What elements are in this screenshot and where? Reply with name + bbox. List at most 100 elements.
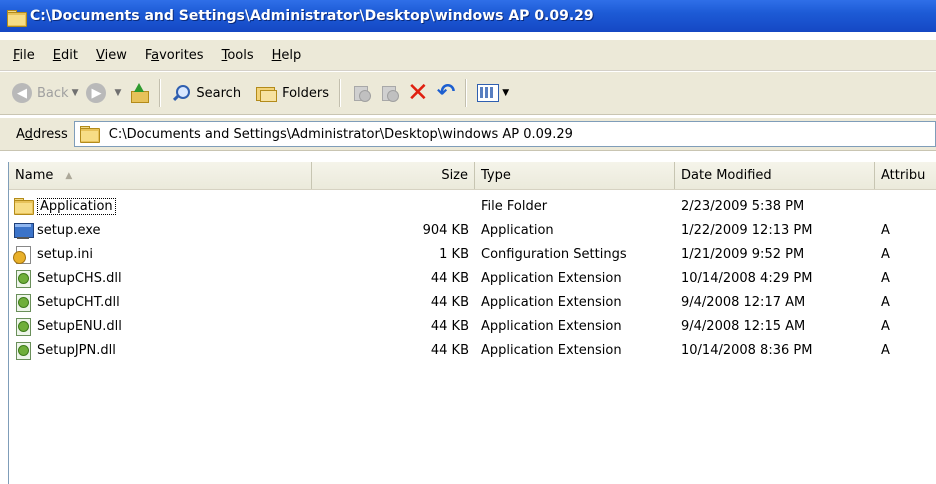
column-header-attributes[interactable]: Attribu xyxy=(875,162,936,189)
file-date-modified: 9/4/2008 12:15 AM xyxy=(681,318,806,334)
file-attributes: A xyxy=(881,342,890,358)
toolbar-separator xyxy=(339,79,342,107)
delete-button[interactable]: ✕ xyxy=(403,78,433,108)
file-size: 904 KB xyxy=(422,222,469,238)
file-size: 1 KB xyxy=(439,246,469,262)
sort-ascending-icon: ▲ xyxy=(65,170,73,181)
file-type: Configuration Settings xyxy=(481,246,627,262)
menu-bar: File Edit View Favorites Tools Help xyxy=(0,40,936,71)
column-header-size[interactable]: Size xyxy=(312,162,475,189)
title-bar[interactable]: C:\Documents and Settings\Administrator\… xyxy=(0,0,936,32)
file-attributes: A xyxy=(881,222,890,238)
dll-icon xyxy=(13,317,33,336)
dll-icon xyxy=(13,269,33,288)
dll-icon xyxy=(13,341,33,360)
application-exe-icon xyxy=(13,221,34,239)
file-type: Application Extension xyxy=(481,270,622,286)
copy-to-icon xyxy=(379,83,400,103)
menu-tools[interactable]: Tools xyxy=(213,48,263,63)
file-row-setupchs-dll[interactable]: SetupCHS.dll 44 KB Application Extension… xyxy=(9,266,936,290)
delete-icon: ✕ xyxy=(407,78,429,108)
move-to-icon xyxy=(351,83,372,103)
file-attributes: A xyxy=(881,270,890,286)
config-settings-icon xyxy=(13,245,33,264)
menu-file[interactable]: File xyxy=(0,48,44,63)
file-name: SetupCHT.dll xyxy=(37,294,120,310)
file-size: 44 KB xyxy=(430,270,469,286)
column-header-name[interactable]: Name ▲ xyxy=(9,162,312,189)
address-label: Address xyxy=(16,126,68,142)
chevron-down-icon: ▼ xyxy=(502,88,510,98)
copy-to-button[interactable] xyxy=(375,78,403,108)
toolbar: ◀ Back ▼ ▶ ▼ Search Folders ✕ ↶ ▼ xyxy=(0,72,936,115)
menu-favorites[interactable]: Favorites xyxy=(136,48,213,63)
file-attributes: A xyxy=(881,294,890,310)
file-row-setup-ini[interactable]: setup.ini 1 KB Configuration Settings 1/… xyxy=(9,242,936,266)
column-header-type[interactable]: Type xyxy=(475,162,675,189)
undo-icon: ↶ xyxy=(436,80,456,105)
forward-arrow-icon: ▶ xyxy=(86,83,107,103)
file-attributes xyxy=(875,194,936,218)
file-list[interactable]: Name ▲ Size Type Date Modified Attribu A… xyxy=(8,162,936,484)
back-arrow-icon: ◀ xyxy=(12,83,32,103)
file-name: Application xyxy=(37,197,116,215)
file-date-modified: 1/22/2009 12:13 PM xyxy=(681,222,813,238)
search-button[interactable]: Search xyxy=(167,78,245,108)
file-row-setup-exe[interactable]: setup.exe 904 KB Application 1/22/2009 1… xyxy=(9,218,936,242)
file-date-modified: 1/21/2009 9:52 PM xyxy=(681,246,805,262)
file-type: Application xyxy=(481,222,554,238)
file-size: 44 KB xyxy=(430,318,469,334)
file-type: Application Extension xyxy=(481,318,622,334)
file-date-modified: 10/14/2008 8:36 PM xyxy=(681,342,813,358)
file-type: File Folder xyxy=(481,198,548,214)
menu-edit[interactable]: Edit xyxy=(44,48,87,63)
file-row-setupenu-dll[interactable]: SetupENU.dll 44 KB Application Extension… xyxy=(9,314,936,338)
search-icon xyxy=(171,83,191,103)
dll-icon xyxy=(13,293,33,312)
file-size: 44 KB xyxy=(430,294,469,310)
toolbar-separator xyxy=(465,79,468,107)
window-title: C:\Documents and Settings\Administrator\… xyxy=(30,8,594,24)
folder-icon xyxy=(6,9,27,27)
file-size: 44 KB xyxy=(430,342,469,358)
column-header-date-modified[interactable]: Date Modified xyxy=(675,162,875,189)
undo-button[interactable]: ↶ xyxy=(433,78,459,108)
file-name: setup.exe xyxy=(37,222,101,238)
up-folder-button[interactable] xyxy=(125,78,153,108)
menu-help[interactable]: Help xyxy=(263,48,311,63)
file-date-modified: 9/4/2008 12:17 AM xyxy=(681,294,806,310)
file-type: Application Extension xyxy=(481,294,622,310)
file-attributes: A xyxy=(881,318,890,334)
file-name: SetupENU.dll xyxy=(37,318,122,334)
up-folder-icon xyxy=(129,83,150,103)
file-row-setupcht-dll[interactable]: SetupCHT.dll 44 KB Application Extension… xyxy=(9,290,936,314)
file-size xyxy=(312,194,475,218)
folders-icon xyxy=(255,84,278,102)
file-type: Application Extension xyxy=(481,342,622,358)
folders-button[interactable]: Folders xyxy=(251,78,333,108)
file-name: setup.ini xyxy=(37,246,93,262)
move-to-button[interactable] xyxy=(347,78,375,108)
menu-view[interactable]: View xyxy=(87,48,136,63)
chevron-down-icon: ▼ xyxy=(114,88,122,98)
back-button[interactable]: ◀ Back ▼ xyxy=(8,78,82,108)
file-date-modified: 10/14/2008 4:29 PM xyxy=(681,270,813,286)
chevron-down-icon: ▼ xyxy=(71,88,79,98)
address-input[interactable]: C:\Documents and Settings\Administrator\… xyxy=(73,121,936,147)
file-row-setupjpn-dll[interactable]: SetupJPN.dll 44 KB Application Extension… xyxy=(9,338,936,362)
column-header-row: Name ▲ Size Type Date Modified Attribu xyxy=(9,162,936,190)
address-value: C:\Documents and Settings\Administrator\… xyxy=(108,126,573,142)
file-name: SetupJPN.dll xyxy=(37,342,116,358)
folder-icon xyxy=(13,197,34,215)
file-attributes: A xyxy=(881,246,890,262)
file-date-modified: 2/23/2009 5:38 PM xyxy=(681,198,805,214)
file-row-application[interactable]: Application File Folder 2/23/2009 5:38 P… xyxy=(9,194,936,218)
address-bar: Address C:\Documents and Settings\Admini… xyxy=(0,118,936,151)
file-name: SetupCHS.dll xyxy=(37,270,122,286)
folder-icon xyxy=(79,125,100,143)
forward-button[interactable]: ▶ ▼ xyxy=(82,78,125,108)
explorer-window: C:\Documents and Settings\Administrator\… xyxy=(0,0,936,484)
views-icon xyxy=(477,84,500,102)
views-button[interactable]: ▼ xyxy=(473,78,513,108)
toolbar-separator xyxy=(159,79,162,107)
